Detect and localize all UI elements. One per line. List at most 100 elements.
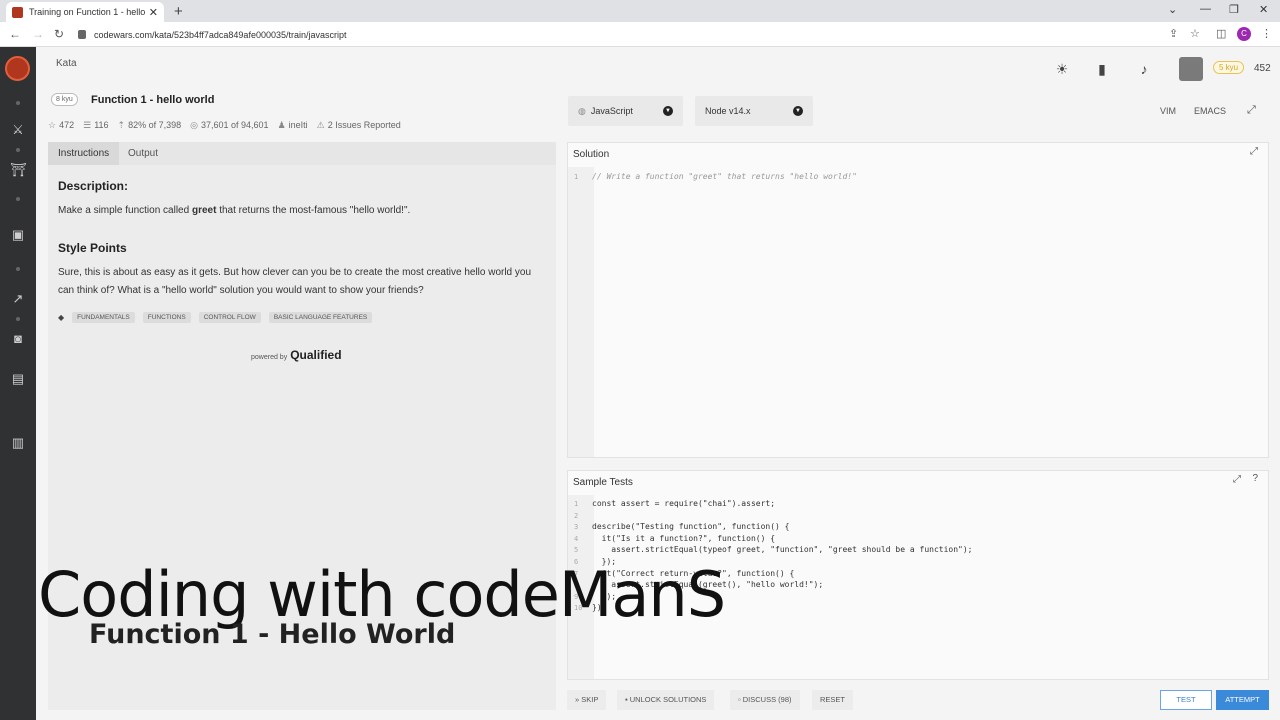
leaderboard-icon[interactable]: ↗	[10, 291, 26, 307]
stars-stat[interactable]: ☆ 472	[48, 120, 74, 131]
kyu-badge: 8 kyu	[51, 93, 78, 106]
honor-count: 452	[1254, 63, 1271, 74]
overlay-subtitle: Function 1 - Hello World	[89, 619, 456, 650]
description-pre: Make a simple function called	[58, 205, 192, 216]
satisfaction-value: 82% of 7,398	[128, 120, 182, 130]
runtime-value: Node v14.x	[705, 106, 751, 116]
bell-icon[interactable]: ♪	[1136, 61, 1152, 77]
close-icon[interactable]: ✕	[149, 6, 158, 19]
tab-instructions[interactable]: Instructions	[48, 142, 120, 165]
menu-dots-icon[interactable]: ⋮	[1261, 27, 1272, 40]
chat-icon[interactable]: ▤	[10, 371, 26, 387]
attempt-button[interactable]: ATTEMPT	[1216, 690, 1269, 710]
discuss-label: DISCUSS (98)	[742, 695, 792, 704]
minimize-icon[interactable]: —	[1200, 3, 1211, 15]
close-window-icon[interactable]: ✕	[1259, 3, 1268, 16]
restore-icon[interactable]: ❐	[1229, 3, 1239, 16]
tab-output[interactable]: Output	[118, 142, 168, 165]
tab-search-icon[interactable]: ⌄	[1168, 3, 1177, 16]
satisfaction-stat: ⇡ 82% of 7,398	[118, 120, 182, 131]
help-icon[interactable]: ?	[1252, 473, 1258, 484]
lock-icon	[78, 30, 86, 39]
skip-label: SKIP	[581, 695, 599, 704]
briefcase-icon[interactable]: ▣	[10, 227, 26, 243]
tag-control-flow[interactable]: CONTROL FLOW	[198, 312, 261, 323]
qualified-logo: Qualified	[290, 348, 342, 362]
browser-tabstrip: Training on Function 1 - hello wo ✕ + ⌄ …	[0, 0, 1280, 22]
tag-functions[interactable]: FUNCTIONS	[142, 312, 191, 323]
profile-avatar[interactable]: C	[1237, 27, 1251, 41]
browser-tab-title: Training on Function 1 - hello wo	[29, 7, 145, 17]
back-icon[interactable]: ←	[9, 27, 21, 41]
avatar[interactable]	[1179, 57, 1203, 81]
tag-icon: ◆	[58, 313, 65, 322]
discuss-button[interactable]: ▫ DISCUSS (98)	[730, 690, 800, 710]
discord-icon[interactable]: ◙	[10, 331, 26, 347]
skip-button[interactable]: » SKIP	[567, 690, 607, 710]
issues-text: 2 Issues Reported	[327, 120, 401, 130]
expand-icon[interactable]: ⤢	[1247, 104, 1256, 117]
code-line-text: it("Is it a function?", function() {	[592, 533, 776, 543]
code-line-text: describe("Testing function", function() …	[592, 522, 790, 532]
completions-value: 37,601 of 94,601	[201, 120, 269, 130]
training-icon[interactable]: ⚔	[10, 122, 26, 138]
user-icon: ♟	[277, 120, 286, 130]
reload-icon[interactable]: ↻	[54, 27, 64, 41]
codewars-logo-icon[interactable]	[5, 56, 30, 81]
unlock-solutions-button[interactable]: ▪ UNLOCK SOLUTIONS	[617, 690, 715, 710]
reset-button[interactable]: RESET	[812, 690, 854, 710]
practice-icon[interactable]: ⛩	[10, 162, 27, 178]
emacs-toggle[interactable]: EMACS	[1194, 106, 1226, 116]
style-points-heading: Style Points	[58, 241, 127, 255]
new-tab-icon[interactable]: +	[174, 3, 183, 20]
vim-toggle[interactable]: VIM	[1160, 106, 1176, 116]
author-name: ineIti	[288, 120, 308, 130]
sidebar-divider	[16, 197, 20, 201]
test-button[interactable]: TEST	[1160, 690, 1212, 710]
unlock-label: UNLOCK SOLUTIONS	[629, 695, 707, 704]
sidebar: ⚔ ⛩ ▣ ↗ ◙ ▤ ▥	[0, 47, 36, 720]
address-bar: ← → ↻ codewars.com/kata/523b4ff7adca849a…	[0, 22, 1280, 47]
code-line: 4 it("Is it a function?", function() {	[574, 533, 776, 543]
browser-tab[interactable]: Training on Function 1 - hello wo ✕	[6, 2, 164, 22]
code-line: 5 assert.strictEqual(typeof greet, "func…	[574, 545, 973, 555]
page-title: Function 1 - hello world	[91, 94, 215, 106]
description-heading: Description:	[58, 179, 129, 193]
tag-basic-language-features[interactable]: BASIC LANGUAGE FEATURES	[268, 312, 373, 323]
bookmark-icon[interactable]: ▮	[1094, 61, 1110, 77]
star-icon[interactable]: ☆	[1190, 27, 1200, 40]
author-stat[interactable]: ♟ ineIti	[278, 120, 308, 131]
forward-icon[interactable]: →	[32, 27, 44, 41]
description-text: Make a simple function called greet that…	[58, 202, 548, 220]
sidepanel-icon[interactable]: ◫	[1216, 27, 1226, 40]
fullscreen-icon[interactable]: ⤢	[1250, 146, 1258, 157]
code-line-text: const assert = require("chai").assert;	[592, 499, 776, 508]
thumbs-icon: ⇡	[117, 120, 126, 130]
language-select[interactable]: ◍ JavaScript ▼	[568, 96, 683, 126]
code-line: 1 const assert = require("chai").assert;	[574, 499, 776, 508]
codewars-favicon-icon	[12, 6, 23, 18]
fullscreen-icon[interactable]: ⤢	[1233, 474, 1241, 485]
url-field[interactable]: codewars.com/kata/523b4ff7adca849afe0000…	[78, 26, 347, 43]
star-outline-icon: ☆	[48, 120, 57, 130]
code-line: 2	[574, 511, 579, 520]
description-post: that returns the most-famous "hello worl…	[216, 205, 411, 216]
share-icon[interactable]: ⇪	[1169, 27, 1178, 40]
solution-gutter	[568, 167, 594, 457]
style-points-text: Sure, this is about as easy as it gets. …	[58, 267, 532, 296]
votes-stat[interactable]: ☰ 116	[83, 120, 108, 131]
solution-code[interactable]: 1// Write a function "greet" that return…	[574, 172, 857, 184]
sidebar-divider	[16, 267, 20, 271]
sun-icon[interactable]: ☀	[1054, 61, 1070, 77]
warning-icon: ⚠	[316, 120, 325, 130]
votes-count: 116	[94, 120, 109, 130]
runtime-select[interactable]: Node v14.x ▼	[695, 96, 813, 126]
powered-by[interactable]: powered by Qualified	[251, 348, 342, 362]
target-icon: ◎	[190, 120, 198, 130]
docs-book-icon[interactable]: ▥	[10, 435, 26, 451]
kata-nav-link[interactable]: Kata	[56, 58, 77, 69]
issues-stat[interactable]: ⚠ 2 Issues Reported	[317, 120, 401, 131]
code-line-text: assert.strictEqual(typeof greet, "functi…	[592, 545, 973, 555]
tag-fundamentals[interactable]: FUNDAMENTALS	[72, 312, 135, 323]
solution-editor: Solution ⤢ 1// Write a function "greet" …	[567, 142, 1269, 458]
